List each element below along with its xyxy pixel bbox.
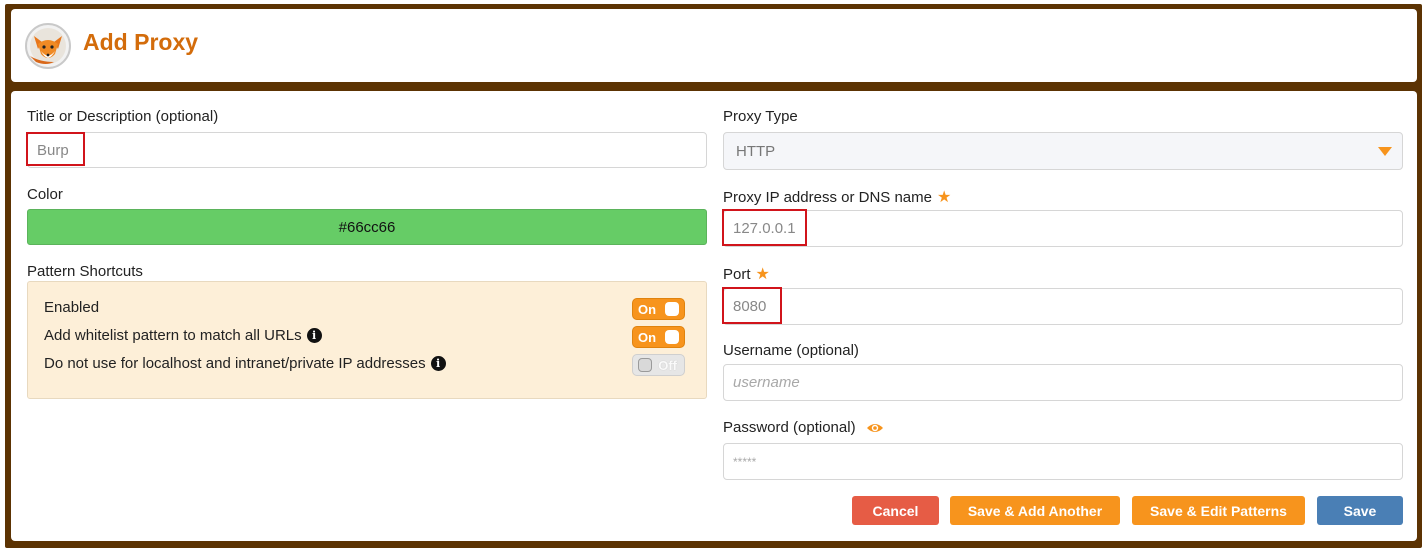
shortcut-label-enabled: Enabled bbox=[44, 299, 100, 316]
whitelist-toggle[interactable]: On bbox=[632, 326, 685, 348]
toggle-knob bbox=[665, 330, 679, 344]
password-label-text: Password (optional) bbox=[723, 419, 856, 436]
enabled-toggle[interactable]: On bbox=[632, 298, 685, 320]
proxy-ip-input[interactable]: 127.0.0.1 bbox=[723, 210, 1403, 247]
shortcut-row-enabled: Enabled bbox=[44, 299, 99, 316]
color-label: Color bbox=[27, 186, 63, 203]
port-highlight-box bbox=[722, 287, 782, 324]
proxy-ip-label-text: Proxy IP address or DNS name bbox=[723, 189, 932, 206]
proxy-ip-label: Proxy IP address or DNS name ★ bbox=[723, 187, 951, 207]
title-label: Title or Description (optional) bbox=[27, 108, 219, 125]
shortcut-row-localhost: Do not use for localhost and intranet/pr… bbox=[44, 355, 446, 372]
color-value: #66cc66 bbox=[338, 218, 396, 236]
proxy-type-label: Proxy Type bbox=[723, 108, 798, 125]
shortcut-label-whitelist: Add whitelist pattern to match all URLs bbox=[44, 327, 302, 344]
header-bar: Add Proxy bbox=[11, 9, 1417, 82]
chevron-down-icon bbox=[1378, 147, 1392, 156]
toggle-knob bbox=[665, 302, 679, 316]
cancel-button[interactable]: Cancel bbox=[852, 496, 939, 525]
username-placeholder: username bbox=[733, 374, 800, 391]
fox-logo-icon bbox=[25, 23, 71, 69]
port-label-text: Port bbox=[723, 266, 751, 283]
whitelist-toggle-state: On bbox=[638, 330, 657, 345]
title-highlight-box bbox=[26, 132, 85, 166]
color-picker[interactable]: #66cc66 bbox=[27, 209, 707, 245]
shortcut-row-whitelist: Add whitelist pattern to match all URLs … bbox=[44, 327, 322, 344]
proxy-type-value: HTTP bbox=[736, 142, 776, 160]
pattern-shortcuts-box: Enabled On Add whitelist pattern to matc… bbox=[27, 281, 707, 399]
port-input[interactable]: 8080 bbox=[723, 288, 1403, 325]
title-input[interactable]: Burp bbox=[27, 132, 707, 168]
save-edit-patterns-button[interactable]: Save & Edit Patterns bbox=[1132, 496, 1305, 525]
info-icon[interactable]: i bbox=[306, 328, 322, 343]
save-add-another-button[interactable]: Save & Add Another bbox=[950, 496, 1120, 525]
eye-icon[interactable] bbox=[866, 422, 884, 434]
proxy-type-select[interactable]: HTTP bbox=[723, 132, 1403, 170]
proxy-ip-highlight-box bbox=[722, 209, 807, 246]
localhost-toggle-state: Off bbox=[658, 358, 677, 373]
required-star-icon: ★ bbox=[936, 189, 952, 206]
username-input[interactable]: username bbox=[723, 364, 1403, 401]
password-placeholder: ***** bbox=[733, 454, 757, 469]
localhost-toggle[interactable]: Off bbox=[632, 354, 685, 376]
port-label: Port ★ bbox=[723, 264, 770, 284]
toggle-knob bbox=[638, 358, 652, 372]
page-title: Add Proxy bbox=[83, 29, 199, 55]
save-button[interactable]: Save bbox=[1317, 496, 1403, 525]
shortcut-label-localhost: Do not use for localhost and intranet/pr… bbox=[44, 355, 426, 372]
form-panel: Title or Description (optional) Burp Col… bbox=[11, 91, 1417, 541]
pattern-shortcuts-label: Pattern Shortcuts bbox=[27, 263, 143, 280]
required-star-icon: ★ bbox=[755, 266, 770, 283]
enabled-toggle-state: On bbox=[638, 302, 657, 317]
password-input[interactable]: ***** bbox=[723, 443, 1403, 480]
info-icon[interactable]: i bbox=[430, 356, 446, 371]
username-label: Username (optional) bbox=[723, 342, 859, 359]
password-label: Password (optional) bbox=[723, 419, 884, 436]
